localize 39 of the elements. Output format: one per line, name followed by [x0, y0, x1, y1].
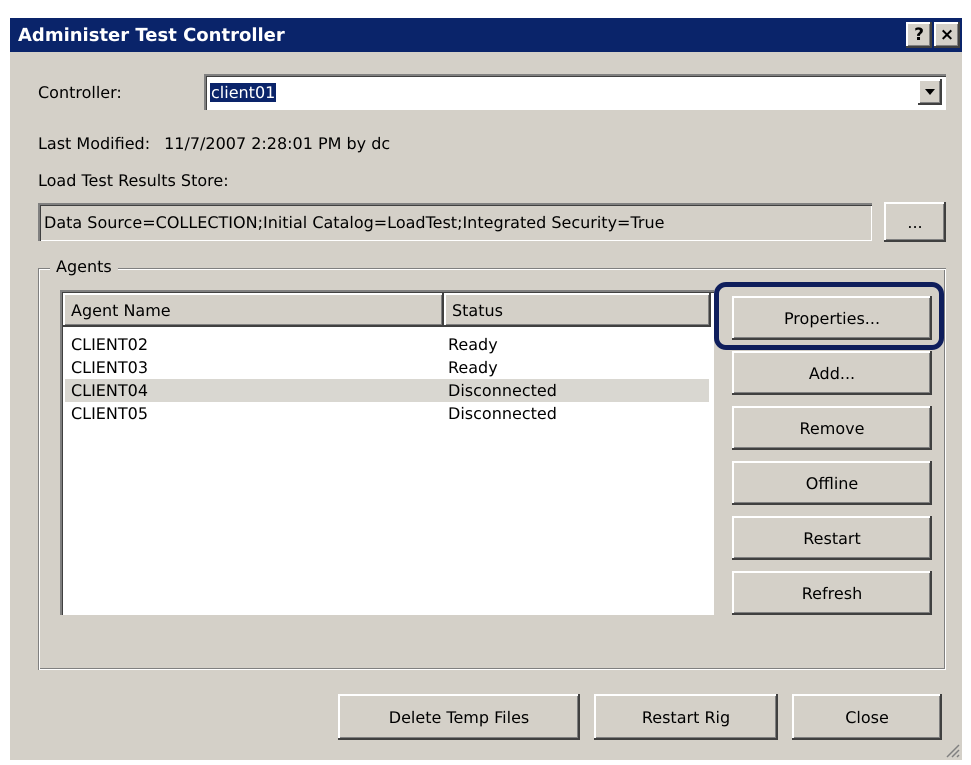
table-cell-text: Disconnected: [447, 381, 557, 400]
window-title: Administer Test Controller: [18, 24, 285, 46]
resize-grip-icon[interactable]: [944, 742, 960, 758]
dropdown-button[interactable]: [918, 79, 942, 105]
controller-value: client01: [210, 82, 276, 102]
table-cell-text: CLIENT04: [70, 381, 150, 400]
results-store-label: Load Test Results Store:: [38, 171, 229, 190]
agent-action-button[interactable]: Refresh: [732, 571, 932, 615]
table-cell-text: CLIENT03: [70, 358, 150, 377]
agent-action-button[interactable]: Add...: [732, 351, 932, 395]
agent-row[interactable]: CLIENT05 Disconnected: [65, 402, 709, 425]
last-modified-label: Last Modified:: [38, 134, 150, 153]
table-cell-text: Disconnected: [447, 404, 557, 423]
last-modified-value: 11/7/2007 2:28:01 PM by dc: [164, 134, 390, 153]
agent-action-button[interactable]: Offline: [732, 461, 932, 505]
table-cell-text: Ready: [447, 335, 498, 354]
results-store-field[interactable]: Data Source=COLLECTION;Initial Catalog=LoadTest;Integrated Security=True: [38, 203, 872, 241]
table-cell-text: Ready: [447, 358, 498, 377]
footer-button[interactable]: Delete Temp Files: [338, 694, 580, 740]
footer-button[interactable]: Close: [792, 694, 942, 740]
controller-dropdown[interactable]: client01: [204, 74, 946, 110]
browse-button[interactable]: ...: [884, 202, 946, 242]
agents-list[interactable]: Agent Name Status CLIENT02 Ready CLIENT03 Ready CLIENT04 Disconnected CLIENT05 Disconnected: [60, 290, 714, 615]
agent-action-button[interactable]: Remove: [732, 406, 932, 450]
group-title: Agents: [50, 257, 118, 276]
column-header[interactable]: Status: [444, 293, 711, 327]
agent-action-button[interactable]: Properties...: [732, 296, 932, 340]
agent-row[interactable]: CLIENT03 Ready: [65, 356, 709, 379]
agent-row[interactable]: CLIENT02 Ready: [65, 333, 709, 356]
caret-icon: [925, 89, 935, 95]
table-cell-text: CLIENT05: [70, 404, 150, 423]
table-cell-text: CLIENT02: [70, 335, 150, 354]
footer-button[interactable]: Restart Rig: [594, 694, 778, 740]
agent-row[interactable]: CLIENT04 Disconnected: [65, 379, 709, 402]
controller-label: Controller:: [38, 82, 123, 102]
close-button[interactable]: ×: [934, 22, 960, 48]
agent-action-button[interactable]: Restart: [732, 516, 932, 560]
column-header[interactable]: Agent Name: [63, 293, 444, 327]
help-button[interactable]: ?: [906, 22, 932, 48]
